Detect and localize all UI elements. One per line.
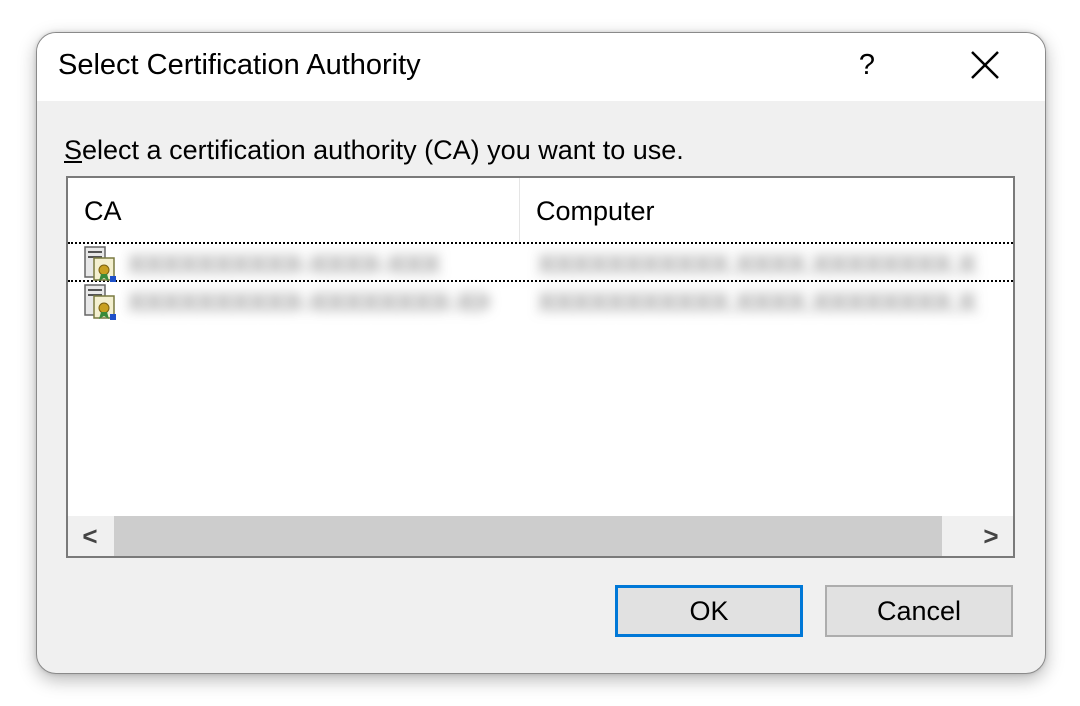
row-computer-name: XXXXXXXXXXX.XXXX.XXXXXXXX.XXX — [538, 249, 978, 279]
row-computer-name: XXXXXXXXXXX.XXXX.XXXXXXXX.XXX — [538, 287, 978, 317]
row-ca-name: XXXXXXXXXX-XXXX-XXX — [128, 249, 441, 279]
ok-button[interactable]: OK — [615, 585, 803, 637]
instruction-label: Select a certification authority (CA) yo… — [64, 133, 684, 167]
ca-list[interactable]: CA Computer XXXXXXXXXX-XXXX-XXX XXXXXXXX… — [66, 176, 1015, 558]
close-icon — [971, 51, 999, 79]
scroll-right-button[interactable]: > — [969, 516, 1013, 556]
list-item[interactable]: XXXXXXXXXX-XXXX-XXX XXXXXXXXXXX.XXXX.XXX… — [68, 242, 1013, 282]
row-ca-name: XXXXXXXXXX-XXXXXXXX-XXX — [128, 287, 488, 317]
list-item[interactable]: XXXXXXXXXX-XXXXXXXX-XXX XXXXXXXXXXX.XXXX… — [68, 282, 1013, 322]
list-header: CA Computer — [68, 178, 1013, 242]
dialog-title: Select Certification Authority — [58, 49, 421, 81]
column-header-ca[interactable]: CA — [68, 178, 520, 242]
scroll-left-button[interactable]: < — [68, 516, 112, 556]
select-ca-dialog: Select Certification Authority ? Select … — [36, 32, 1046, 674]
help-button[interactable]: ? — [847, 41, 887, 89]
instruction-accelerator: S — [64, 135, 83, 165]
instruction-text: elect a certification authority (CA) you… — [82, 135, 684, 165]
scrollbar-thumb[interactable] — [114, 516, 942, 556]
title-bar: Select Certification Authority ? — [37, 33, 1045, 101]
certificate-server-icon — [84, 246, 116, 282]
close-button[interactable] — [959, 39, 1011, 91]
cancel-button[interactable]: Cancel — [825, 585, 1013, 637]
certificate-server-icon — [84, 284, 116, 320]
horizontal-scrollbar[interactable]: < > — [68, 516, 1013, 556]
column-header-computer[interactable]: Computer — [520, 178, 1013, 242]
